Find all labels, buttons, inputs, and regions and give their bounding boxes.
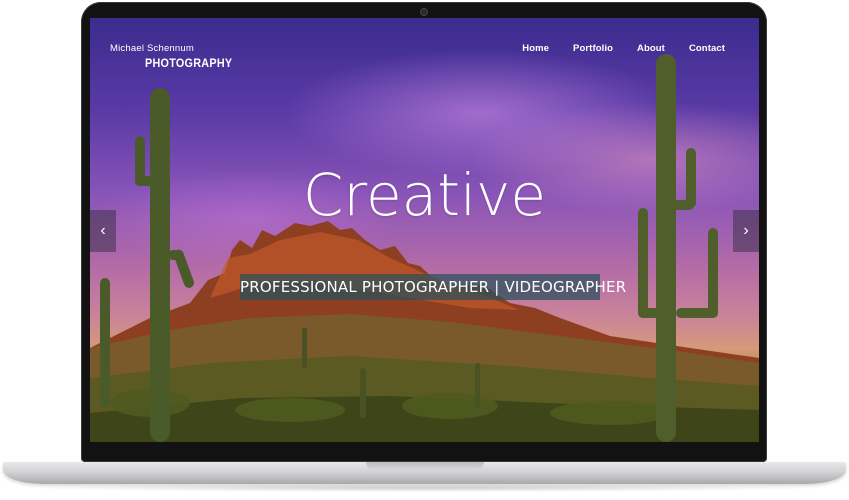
laptop-base	[3, 462, 846, 484]
slider-prev-button[interactable]: ‹	[90, 210, 116, 252]
nav-portfolio[interactable]: Portfolio	[573, 43, 613, 54]
nav-home[interactable]: Home	[522, 43, 549, 54]
laptop-shadow	[30, 484, 820, 492]
chevron-left-icon: ‹	[100, 222, 106, 239]
brand-subtitle: PHOTOGRAPHY	[145, 56, 233, 70]
webcam-icon	[421, 9, 427, 15]
brand-name: Michael Schennum	[110, 43, 194, 54]
hero-subtitle-banner: PROFESSIONAL PHOTOGRAPHER | VIDEOGRAPHER	[240, 274, 626, 300]
main-nav: Home Portfolio About Contact	[498, 43, 725, 54]
nav-about[interactable]: About	[637, 43, 665, 54]
hero-title: Creative	[302, 161, 547, 229]
laptop-screen: Michael Schennum PHOTOGRAPHY Home Portfo…	[90, 18, 759, 442]
nav-contact[interactable]: Contact	[689, 43, 725, 54]
laptop-opening-notch	[366, 462, 484, 470]
slider-next-button[interactable]: ›	[733, 210, 759, 252]
site-logo[interactable]: Michael Schennum PHOTOGRAPHY	[110, 43, 242, 70]
chevron-right-icon: ›	[743, 222, 749, 239]
hero-background-image	[90, 54, 759, 442]
